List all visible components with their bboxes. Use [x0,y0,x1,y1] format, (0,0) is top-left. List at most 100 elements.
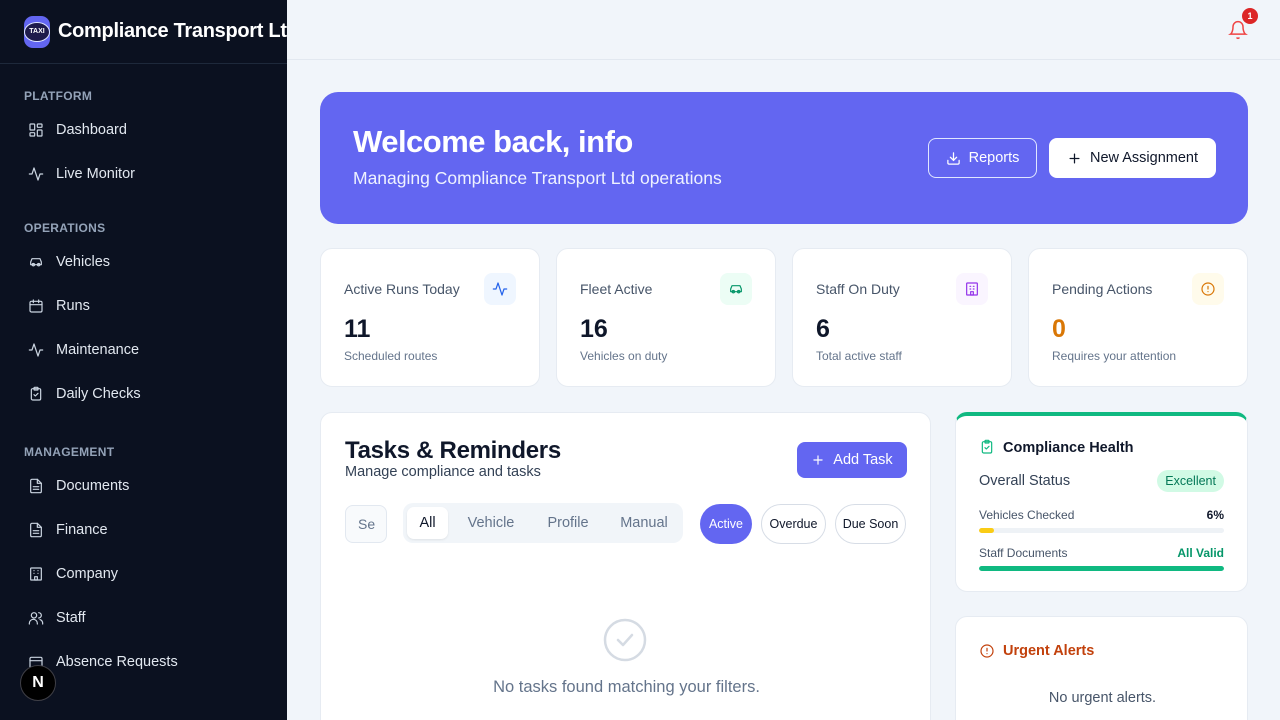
clipboard-check-icon [30,386,42,401]
stat-card-fleet-active[interactable]: Fleet Active 16 Vehicles on duty [556,248,776,387]
activity-icon [28,343,44,357]
vehicles-checked-value: 6% [1206,508,1224,522]
page-subtitle: Managing Compliance Transport Ltd operat… [353,168,722,188]
sidebar-item-label: Documents [56,478,130,494]
tasks-empty-message: No tasks found matching your filters. [493,678,760,696]
sidebar-item-live-monitor[interactable]: Live Monitor [0,152,287,196]
stat-label: Active Runs Today [344,281,460,297]
new-assignment-button[interactable]: New Assignment [1049,138,1216,178]
sidebar-item-label: Daily Checks [56,386,141,402]
task-type-tabs: All Vehicle Profile Manual [403,503,683,543]
overall-status-label: Overall Status [979,473,1071,489]
stat-card-pending-actions[interactable]: Pending Actions 0 Requires your attentio… [1028,248,1248,387]
brand[interactable]: TAXI Compliance Transport Ltd [0,0,287,64]
tasks-title: Tasks & Reminders [345,437,561,464]
notifications-button[interactable] [1228,20,1248,40]
sidebar-item-label: Runs [56,298,90,314]
staff-documents-value: All Valid [1177,546,1224,560]
stat-label: Pending Actions [1052,281,1153,297]
stat-value: 0 [1052,315,1066,343]
sidebar-item-staff[interactable]: Staff [0,596,287,640]
top-bar: 1 [287,0,1280,60]
sidebar-item-label: Maintenance [56,342,140,358]
check-circle-icon [603,618,647,662]
stat-caption: Requires your attention [1052,349,1177,363]
stat-value: 16 [580,315,608,343]
sidebar-item-label: Dashboard [56,122,127,138]
tasks-subtitle: Manage compliance and tasks [345,464,541,480]
sidebar-item-label: Live Monitor [56,166,135,182]
filter-overdue[interactable]: Overdue [761,504,826,544]
stat-value: 11 [344,315,371,343]
logo-text: TAXI [24,21,50,42]
sidebar-item-vehicles[interactable]: Vehicles [0,240,287,284]
brand-name: Compliance Transport Ltd [58,20,287,42]
users-icon [28,612,44,625]
sidebar-item-maintenance[interactable]: Maintenance [0,328,287,372]
staff-documents-progress [979,566,1224,571]
reports-button[interactable]: Reports [928,138,1037,178]
sidebar-item-company[interactable]: Company [0,552,287,596]
notification-count-badge: 1 [1242,8,1258,24]
add-task-button[interactable]: Add Task [797,442,907,478]
reports-label: Reports [968,150,1020,166]
progress-fill [979,528,994,533]
car-icon [720,273,752,305]
section-label-platform: PLATFORM [24,89,93,103]
tab-profile[interactable]: Profile [533,507,603,539]
sidebar-item-label: Company [56,566,119,582]
sidebar-item-dashboard[interactable]: Dashboard [0,108,287,152]
stat-card-staff-on-duty[interactable]: Staff On Duty 6 Total active staff [792,248,1012,387]
urgent-alerts-card: Urgent Alerts No urgent alerts. [955,616,1248,720]
page-title: Welcome back, info [353,124,633,159]
filter-due-soon[interactable]: Due Soon [835,504,906,544]
car-icon [30,258,42,267]
sidebar-item-runs[interactable]: Runs [0,284,287,328]
building-icon [956,273,988,305]
new-assignment-label: New Assignment [1090,150,1198,166]
download-icon [946,151,960,165]
add-task-label: Add Task [833,452,893,468]
compliance-health-title: Compliance Health [1003,440,1134,456]
sidebar-item-label: Vehicles [56,254,111,270]
activity-icon [28,167,44,181]
compliance-health-card: Compliance Health Overall Status Excelle… [955,412,1248,592]
stat-label: Fleet Active [580,281,653,297]
alert-circle-icon [1192,273,1224,305]
tasks-panel: Tasks & Reminders Manage compliance and … [320,412,931,720]
dev-tools-badge[interactable]: N [20,665,56,701]
welcome-banner: Welcome back, info Managing Compliance T… [320,92,1248,224]
section-label-management: MANAGEMENT [24,445,115,459]
sidebar-item-finance[interactable]: Finance [0,508,287,552]
sidebar-item-label: Finance [56,522,108,538]
progress-fill [979,566,1224,571]
filter-active[interactable]: Active [700,504,752,544]
sidebar-item-documents[interactable]: Documents [0,464,287,508]
sidebar-item-label: Staff [56,610,86,626]
plus-icon [813,455,823,465]
sidebar-item-label: Absence Requests [56,654,178,670]
taxi-logo-icon: TAXI [24,15,50,48]
stat-value: 6 [816,315,830,343]
task-search-input[interactable]: Se [345,505,387,543]
file-icon [30,478,42,494]
bell-icon [1228,20,1248,40]
section-label-operations: OPERATIONS [24,221,106,235]
stat-label: Staff On Duty [816,281,900,297]
clipboard-check-icon [979,439,995,455]
activity-icon [484,273,516,305]
status-badge: Excellent [1157,470,1224,492]
tab-all[interactable]: All [407,507,448,539]
sidebar-item-daily-checks[interactable]: Daily Checks [0,372,287,416]
tab-manual[interactable]: Manual [609,507,679,539]
file-icon [30,522,42,538]
vehicles-checked-label: Vehicles Checked [979,508,1075,522]
urgent-alerts-title: Urgent Alerts [1003,643,1095,659]
tab-vehicle[interactable]: Vehicle [456,507,526,539]
plus-icon [1069,153,1080,163]
stat-caption: Scheduled routes [344,349,438,363]
stat-card-active-runs[interactable]: Active Runs Today 11 Scheduled routes [320,248,540,387]
calendar-icon [29,299,43,313]
vehicles-checked-progress [979,528,1224,533]
staff-documents-label: Staff Documents [979,546,1068,560]
